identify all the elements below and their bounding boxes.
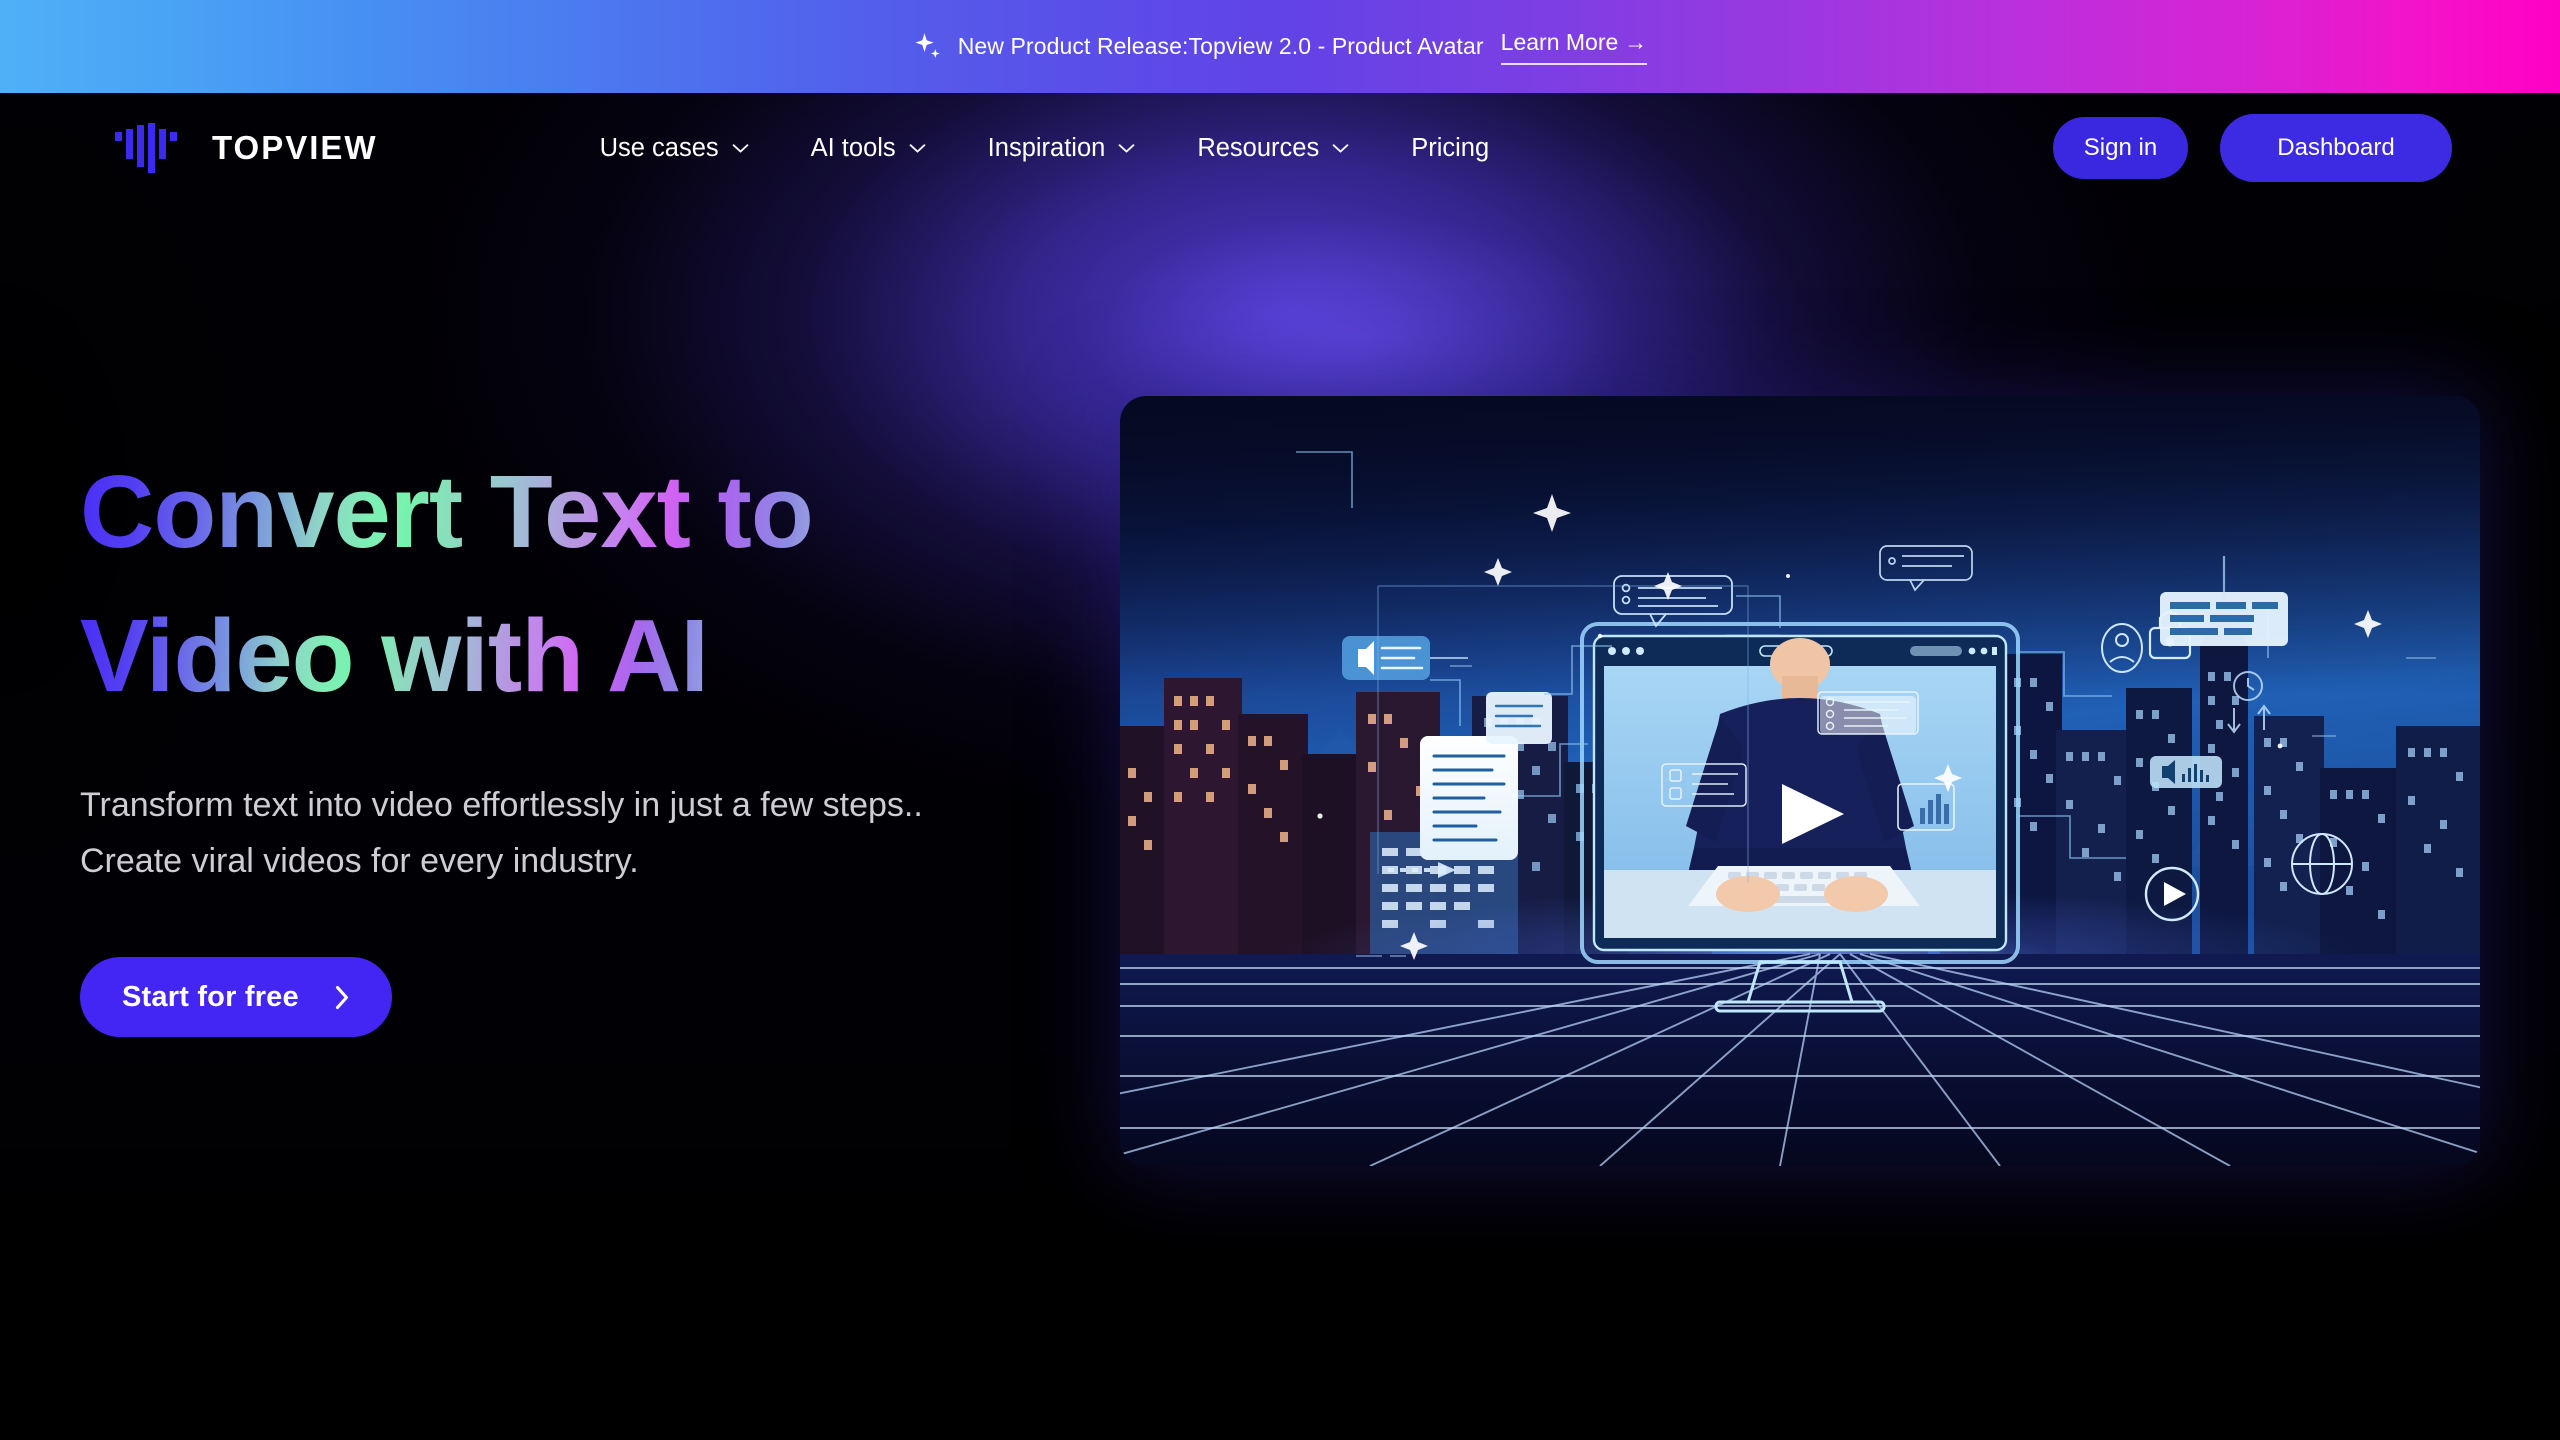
chevron-down-icon: [1332, 143, 1349, 153]
waveform-bars-icon: [115, 123, 177, 173]
logo[interactable]: TOPVIEW: [113, 122, 378, 174]
nav-item-resources[interactable]: Resources: [1197, 134, 1349, 163]
site-header: TOPVIEW Use cases AI tools Inspiration R…: [0, 93, 2560, 203]
logo-text: TOPVIEW: [212, 129, 378, 166]
announcement-bar[interactable]: New Product Release: Topview 2.0 - Produ…: [0, 0, 2560, 93]
nav-item-use-cases[interactable]: Use cases: [600, 134, 749, 163]
futuristic-city-video-ai-illustration: [1120, 396, 2480, 1166]
nav-item-pricing[interactable]: Pricing: [1411, 134, 1489, 163]
learn-more-link[interactable]: Learn More →: [1500, 28, 1648, 65]
learn-more-label: Learn More: [1500, 28, 1619, 55]
chevron-down-icon: [909, 143, 926, 153]
arrow-right-icon: →: [1624, 28, 1648, 55]
page-title: Convert Text to Video with AI: [80, 440, 1090, 728]
chevron-down-icon: [1118, 143, 1135, 153]
sign-in-button[interactable]: Sign in: [2053, 117, 2188, 179]
start-for-free-button[interactable]: Start for free: [80, 957, 392, 1038]
hero-text-block: Convert Text to Video with AI Transform …: [80, 440, 1090, 1038]
nav-label: Pricing: [1411, 133, 1490, 162]
auth-actions: Sign in Dashboard: [2053, 114, 2452, 182]
landing-page: New Product Release: Topview 2.0 - Produ…: [0, 0, 2560, 1440]
cta-label: Start for free: [122, 980, 299, 1013]
headline-line-2: Video with AI: [80, 584, 709, 728]
dashboard-button[interactable]: Dashboard: [2220, 114, 2452, 182]
announcement-product: Topview 2.0 - Product Avatar: [1188, 33, 1484, 59]
headline-line-1: Convert Text to: [80, 440, 814, 584]
hero-subtitle: Transform text into video effortlessly i…: [80, 786, 923, 880]
hero-illustration: [1120, 396, 2480, 1166]
chevron-right-icon: [335, 985, 348, 1009]
chevron-down-icon: [732, 143, 748, 153]
nav-item-inspiration[interactable]: Inspiration: [988, 134, 1136, 163]
announcement-content: New Product Release: Topview 2.0 - Produ…: [913, 29, 1648, 65]
nav-item-ai-tools[interactable]: AI tools: [811, 134, 926, 163]
main-navigation: Use cases AI tools Inspiration Resources…: [600, 134, 1490, 163]
sparkle-icon: [915, 32, 940, 58]
nav-label: AI tools: [810, 133, 896, 162]
announcement-prefix: New Product Release:: [957, 33, 1189, 59]
nav-label: Use cases: [599, 133, 719, 162]
nav-label: Resources: [1197, 133, 1320, 162]
nav-label: Inspiration: [987, 133, 1106, 162]
